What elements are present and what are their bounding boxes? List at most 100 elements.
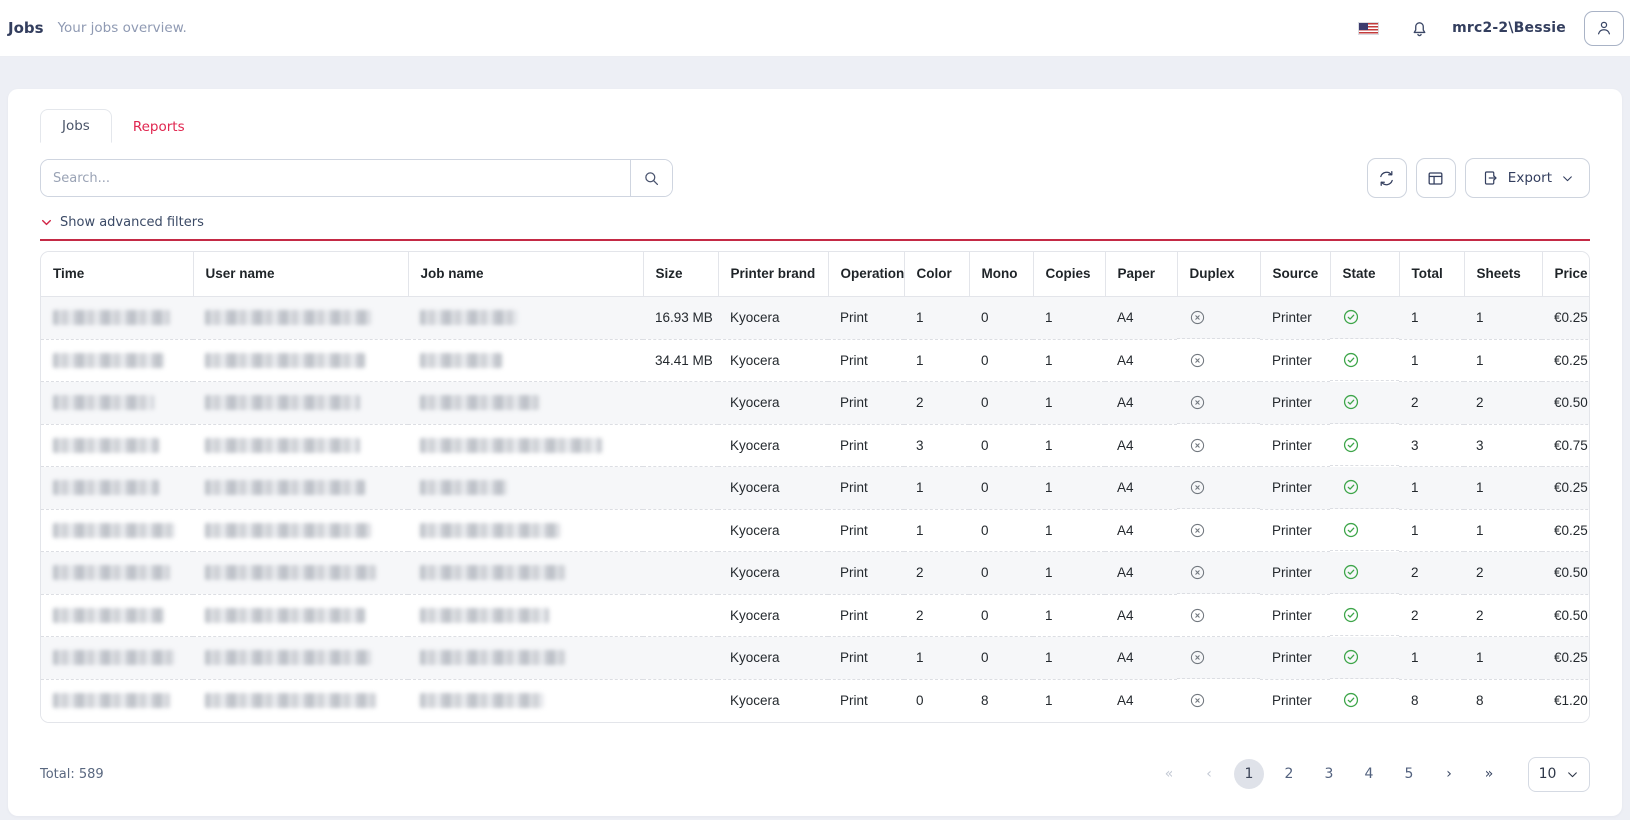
duplex-off-icon bbox=[1189, 607, 1206, 624]
cell-job bbox=[408, 382, 643, 425]
cell-brand: Kyocera bbox=[718, 637, 828, 680]
column-settings-button[interactable] bbox=[1416, 158, 1456, 198]
tab-reports[interactable]: Reports bbox=[112, 111, 206, 143]
table-row[interactable]: 34.41 MBKyoceraPrint101A4Printer11€0.25 bbox=[41, 339, 1590, 382]
cell-user bbox=[193, 679, 408, 722]
cell-job bbox=[408, 467, 643, 510]
chevron-down-icon bbox=[1566, 768, 1579, 781]
redacted-user-text bbox=[205, 693, 376, 708]
cell-user bbox=[193, 467, 408, 510]
pagination-first-button[interactable]: « bbox=[1154, 759, 1184, 789]
page-size-select[interactable]: 10 bbox=[1528, 757, 1590, 792]
cell-price: €1.20 bbox=[1542, 679, 1590, 722]
user-menu-button[interactable] bbox=[1584, 11, 1624, 46]
pagination-page-2[interactable]: 2 bbox=[1274, 759, 1304, 789]
column-header-color[interactable]: Color bbox=[904, 252, 969, 296]
column-header-job[interactable]: Job name bbox=[408, 252, 643, 296]
cell-job bbox=[408, 594, 643, 637]
cell-sheets: 1 bbox=[1464, 339, 1542, 382]
export-button[interactable]: Export bbox=[1465, 158, 1590, 198]
total-count-label: Total: 589 bbox=[40, 767, 104, 782]
pagination-page-5[interactable]: 5 bbox=[1394, 759, 1424, 789]
table-row[interactable]: KyoceraPrint101A4Printer11€0.25 bbox=[41, 637, 1590, 680]
cell-paper: A4 bbox=[1105, 382, 1177, 425]
column-header-paper[interactable]: Paper bbox=[1105, 252, 1177, 296]
cell-source: Printer bbox=[1260, 424, 1330, 467]
column-header-size[interactable]: Size bbox=[643, 252, 718, 296]
table-row[interactable]: KyoceraPrint201A4Printer22€0.50 bbox=[41, 594, 1590, 637]
cell-user bbox=[193, 552, 408, 595]
column-header-time[interactable]: Time bbox=[41, 252, 193, 296]
table-row[interactable]: KyoceraPrint101A4Printer11€0.25 bbox=[41, 467, 1590, 510]
notifications-bell-icon[interactable] bbox=[1409, 18, 1430, 39]
table-row[interactable]: 16.93 MBKyoceraPrint101A4Printer11€0.25 bbox=[41, 296, 1590, 339]
cell-price: €0.75 bbox=[1542, 424, 1590, 467]
table-row[interactable]: KyoceraPrint201A4Printer22€0.50 bbox=[41, 552, 1590, 595]
table-row[interactable]: KyoceraPrint081A4Printer88€1.20 bbox=[41, 679, 1590, 722]
cell-operation: Print bbox=[828, 594, 904, 637]
cell-operation: Print bbox=[828, 679, 904, 722]
column-header-copies[interactable]: Copies bbox=[1033, 252, 1105, 296]
cell-price: €0.25 bbox=[1542, 339, 1590, 382]
cell-mono: 0 bbox=[969, 296, 1033, 339]
table-row[interactable]: KyoceraPrint201A4Printer22€0.50 bbox=[41, 382, 1590, 425]
redacted-user-text bbox=[205, 608, 365, 623]
column-header-duplex[interactable]: Duplex bbox=[1177, 252, 1260, 296]
cell-size: 34.41 MB bbox=[643, 339, 718, 382]
column-header-source[interactable]: Source bbox=[1260, 252, 1330, 296]
cell-color: 1 bbox=[904, 509, 969, 552]
search-group bbox=[40, 159, 673, 197]
refresh-button[interactable] bbox=[1367, 158, 1407, 198]
search-input[interactable] bbox=[41, 160, 631, 196]
redacted-job-text bbox=[420, 310, 518, 325]
table-row[interactable]: KyoceraPrint301A4Printer33€0.75 bbox=[41, 424, 1590, 467]
cell-sheets: 3 bbox=[1464, 424, 1542, 467]
cell-operation: Print bbox=[828, 339, 904, 382]
cell-operation: Print bbox=[828, 509, 904, 552]
column-header-sheets[interactable]: Sheets bbox=[1464, 252, 1542, 296]
column-header-user[interactable]: User name bbox=[193, 252, 408, 296]
cell-time bbox=[41, 467, 193, 510]
table-columns-icon bbox=[1426, 169, 1445, 188]
export-icon bbox=[1481, 169, 1499, 187]
cell-brand: Kyocera bbox=[718, 339, 828, 382]
pagination-prev-button[interactable]: ‹ bbox=[1194, 759, 1224, 789]
cell-copies: 1 bbox=[1033, 552, 1105, 595]
column-header-mono[interactable]: Mono bbox=[969, 252, 1033, 296]
column-header-operation[interactable]: Operation bbox=[828, 252, 904, 296]
redacted-job-text bbox=[420, 565, 565, 580]
pagination-page-1[interactable]: 1 bbox=[1234, 759, 1264, 789]
cell-job bbox=[408, 679, 643, 722]
column-header-state[interactable]: State bbox=[1330, 252, 1399, 296]
cell-copies: 1 bbox=[1033, 637, 1105, 680]
topbar: Jobs Your jobs overview. mrc2-2\Bessie bbox=[0, 0, 1630, 57]
advanced-filters-toggle[interactable]: Show advanced filters bbox=[40, 215, 1590, 241]
cell-brand: Kyocera bbox=[718, 467, 828, 510]
redacted-time-text bbox=[53, 438, 159, 453]
cell-state bbox=[1330, 297, 1399, 339]
column-header-price[interactable]: Price bbox=[1542, 252, 1590, 296]
pagination-page-3[interactable]: 3 bbox=[1314, 759, 1344, 789]
table-row[interactable]: KyoceraPrint101A4Printer11€0.25 bbox=[41, 509, 1590, 552]
advanced-filters-label: Show advanced filters bbox=[60, 215, 204, 230]
cell-state bbox=[1330, 424, 1399, 466]
cell-time bbox=[41, 552, 193, 595]
cell-sheets: 8 bbox=[1464, 679, 1542, 722]
cell-copies: 1 bbox=[1033, 594, 1105, 637]
column-header-total[interactable]: Total bbox=[1399, 252, 1464, 296]
duplex-off-icon bbox=[1189, 309, 1206, 326]
cell-size bbox=[643, 382, 718, 425]
cell-size bbox=[643, 637, 718, 680]
search-button[interactable] bbox=[631, 160, 672, 196]
pagination-next-button[interactable]: › bbox=[1434, 759, 1464, 789]
tab-jobs[interactable]: Jobs bbox=[40, 109, 112, 143]
pagination-last-button[interactable]: » bbox=[1474, 759, 1504, 789]
redacted-user-text bbox=[205, 310, 371, 325]
cell-total: 3 bbox=[1399, 424, 1464, 467]
duplex-off-icon bbox=[1189, 352, 1206, 369]
column-header-brand[interactable]: Printer brand bbox=[718, 252, 828, 296]
cell-operation: Print bbox=[828, 382, 904, 425]
language-flag-icon[interactable] bbox=[1358, 22, 1379, 35]
cell-state bbox=[1330, 679, 1399, 721]
pagination-page-4[interactable]: 4 bbox=[1354, 759, 1384, 789]
